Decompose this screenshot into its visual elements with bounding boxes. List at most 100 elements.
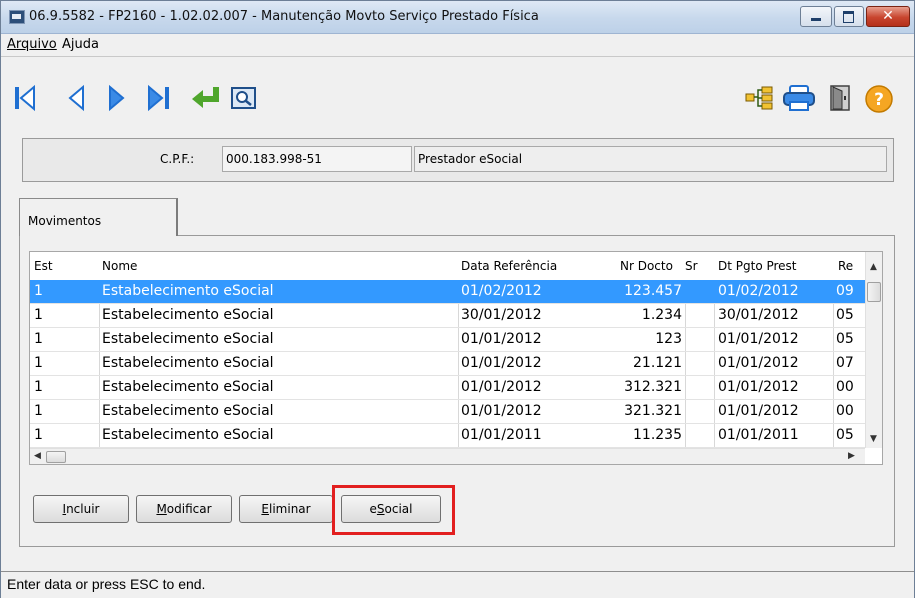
title-bar[interactable]: 06.9.5582 - FP2160 - 1.02.02.007 - Manut… (1, 1, 914, 34)
svg-text:?: ? (874, 90, 884, 110)
zoom-search-icon[interactable] (230, 86, 258, 112)
table-cell: 01/02/2012 (718, 283, 799, 299)
horizontal-scroll-thumb[interactable] (46, 451, 66, 463)
first-record-icon[interactable] (13, 84, 37, 112)
table-row[interactable]: 1 Estabelecimento eSocial 01/01/2011 11.235… (30, 424, 865, 448)
last-record-icon[interactable] (147, 84, 173, 112)
incluir-button[interactable]: Incluir (33, 495, 129, 523)
tab-movimentos[interactable]: Movimentos (19, 198, 178, 236)
table-row[interactable]: 1 Estabelecimento eSocial 01/01/2012 21.121… (30, 352, 865, 376)
window-title: 06.9.5582 - FP2160 - 1.02.02.007 - Manut… (29, 9, 539, 24)
esocial-highlight-box (332, 485, 455, 535)
table-cell: 123 (655, 331, 682, 347)
column-header-dt-pgto-prest[interactable]: Dt Pgto Prest (718, 259, 797, 273)
scroll-right-icon[interactable]: ▶ (848, 451, 855, 461)
menu-arquivo-label: Arquivo (7, 37, 57, 52)
table-cell: 123.457 (624, 283, 682, 299)
table-cell: Estabelecimento eSocial (102, 307, 274, 323)
column-header-re[interactable]: Re (838, 259, 853, 273)
table-cell: 05 (836, 331, 854, 347)
modificar-accel: M (156, 502, 167, 516)
toolbar: ? (1, 57, 914, 127)
minimize-button[interactable] (800, 6, 832, 27)
table-cell: 321.321 (624, 403, 682, 419)
status-message: Enter data or press ESC to end. (7, 576, 206, 592)
scroll-down-icon[interactable]: ▼ (870, 434, 877, 444)
column-header-sr[interactable]: Sr (685, 259, 698, 273)
table-cell: 01/01/2012 (718, 355, 799, 371)
column-header-est[interactable]: Est (34, 259, 53, 273)
table-cell: 11.235 (633, 427, 682, 443)
table-cell: 1 (34, 283, 43, 299)
table-row[interactable]: 1 Estabelecimento eSocial 30/01/2012 1.234 3… (30, 304, 865, 328)
table-cell: 1 (34, 307, 43, 323)
table-cell: 09 (836, 283, 854, 299)
table-cell: 01/01/2012 (718, 379, 799, 395)
previous-record-icon[interactable] (67, 84, 87, 112)
eliminar-button[interactable]: Eliminar (239, 495, 333, 523)
menu-bar: Arquivo Ajuda (1, 34, 914, 57)
table-cell: 1 (34, 355, 43, 371)
table-cell: Estabelecimento eSocial (102, 331, 274, 347)
tab-movimentos-label: Movimentos (28, 214, 102, 228)
tree-structure-icon[interactable] (744, 85, 774, 111)
close-icon: ✕ (882, 8, 894, 24)
table-cell: 21.121 (633, 355, 682, 371)
cpf-field: 000.183.998-51 (222, 146, 412, 172)
table-cell: 30/01/2012 (718, 307, 799, 323)
next-record-icon[interactable] (107, 84, 127, 112)
table-cell: 1 (34, 403, 43, 419)
horizontal-scrollbar[interactable]: ◀ ▶ (30, 448, 865, 464)
status-bar: Enter data or press ESC to end. (1, 571, 914, 598)
table-cell: 1.234 (641, 307, 682, 323)
vertical-scroll-thumb[interactable] (867, 282, 881, 302)
table-row[interactable]: 1 Estabelecimento eSocial 01/01/2012 321.32… (30, 400, 865, 424)
table-cell: 07 (836, 355, 854, 371)
eliminar-accel: E (261, 502, 269, 516)
table-row[interactable]: 1 Estabelecimento eSocial 01/01/2012 312.32… (30, 376, 865, 400)
menu-ajuda[interactable]: Ajuda (62, 37, 99, 52)
table-cell: Estabelecimento eSocial (102, 403, 274, 419)
table-cell: Estabelecimento eSocial (102, 283, 274, 299)
column-header-data-referencia[interactable]: Data Referência (461, 259, 557, 273)
table-cell: Estabelecimento eSocial (102, 427, 274, 443)
table-row[interactable]: 1 Estabelecimento eSocial 01/01/2012 123 01/… (30, 328, 865, 352)
maximize-icon (843, 11, 854, 23)
table-cell: 01/01/2012 (718, 403, 799, 419)
application-window: 06.9.5582 - FP2160 - 1.02.02.007 - Manut… (0, 0, 915, 598)
table-row[interactable]: 1 Estabelecimento eSocial 01/02/2012 123.45… (30, 280, 865, 304)
table-cell: 1 (34, 379, 43, 395)
modificar-button[interactable]: Modificar (136, 495, 232, 523)
incluir-label: ncluir (66, 502, 100, 516)
return-icon[interactable] (190, 83, 224, 111)
table-cell: 1 (34, 427, 43, 443)
help-icon[interactable]: ? (864, 84, 894, 114)
table-cell: 00 (836, 379, 854, 395)
cpf-label: C.P.F.: (160, 152, 195, 166)
close-button[interactable]: ✕ (866, 6, 910, 27)
column-header-nome[interactable]: Nome (102, 259, 137, 273)
table-cell: 312.321 (624, 379, 682, 395)
table-cell: 1 (34, 331, 43, 347)
scroll-left-icon[interactable]: ◀ (34, 451, 41, 461)
modificar-label: odificar (166, 502, 212, 516)
vertical-scrollbar[interactable]: ▲ ▼ (865, 252, 882, 448)
table-cell: 01/01/2011 (718, 427, 799, 443)
app-icon (9, 10, 25, 24)
menu-arquivo[interactable]: Arquivo (7, 37, 57, 52)
minimize-icon (811, 18, 821, 21)
prestador-field: Prestador eSocial (414, 146, 887, 172)
movements-grid[interactable]: Est Nome Data Referência Nr Docto Sr Dt … (29, 251, 883, 465)
exit-door-icon[interactable] (828, 84, 854, 112)
scroll-up-icon[interactable]: ▲ (870, 262, 877, 272)
table-cell: 05 (836, 307, 854, 323)
column-header-nr-docto[interactable]: Nr Docto (620, 259, 673, 273)
printer-icon[interactable] (782, 84, 816, 112)
maximize-button[interactable] (834, 6, 864, 27)
eliminar-label: liminar (269, 502, 311, 516)
table-cell: 00 (836, 403, 854, 419)
grid-header: Est Nome Data Referência Nr Docto Sr Dt … (30, 252, 865, 281)
table-cell: 05 (836, 427, 854, 443)
table-cell: 01/01/2012 (718, 331, 799, 347)
table-cell: Estabelecimento eSocial (102, 355, 274, 371)
